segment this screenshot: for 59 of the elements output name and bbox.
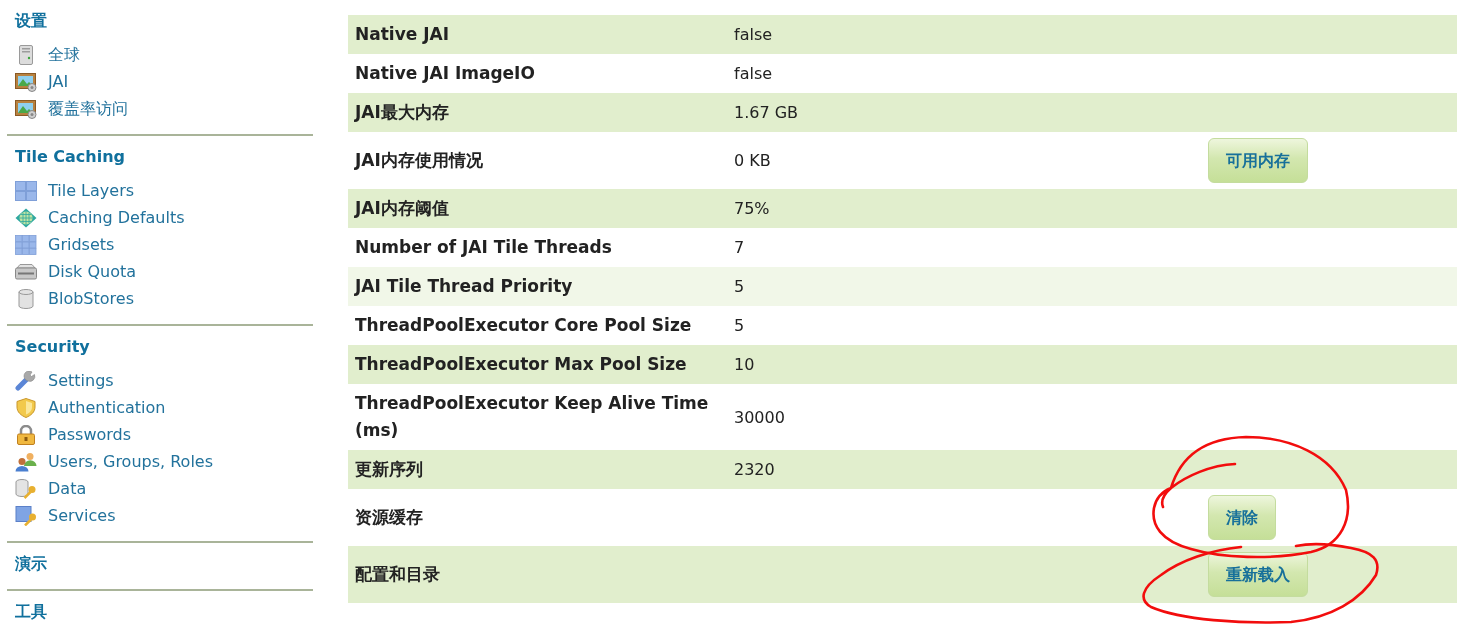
cylinder-icon: [15, 288, 37, 309]
row-value: false: [733, 63, 774, 85]
sidebar-link[interactable]: Gridsets: [15, 234, 115, 255]
sidebar-link[interactable]: Users, Groups, Roles: [15, 451, 213, 472]
disk-drive-icon: [15, 261, 37, 282]
row-value: 5: [733, 276, 746, 298]
users-icon: [15, 451, 37, 472]
section-heading: 工具: [15, 601, 47, 623]
row-label: JAI Tile Thread Priority: [353, 275, 574, 298]
sidebar-link[interactable]: Disk Quota: [15, 261, 137, 282]
picture-gear-icon: [15, 98, 37, 119]
row-value: 75%: [733, 198, 771, 220]
database-key-icon: [15, 478, 37, 499]
sidebar-link[interactable]: Data: [15, 478, 87, 499]
sidebar-link[interactable]: Tile Layers: [15, 180, 135, 201]
sidebar-link[interactable]: Settings: [15, 370, 114, 391]
section-heading: Tile Caching: [15, 146, 126, 168]
section-heading: 设置: [15, 10, 47, 32]
row-label: Native JAI: [354, 23, 450, 46]
picture-gear-icon: [15, 71, 37, 92]
wrench-icon: [15, 370, 37, 391]
row-value: 5: [733, 315, 746, 337]
row-value: false: [733, 24, 774, 46]
row-label: 更新序列: [354, 458, 424, 481]
section-heading: 演示: [15, 553, 47, 575]
padlock-icon: [15, 424, 37, 445]
sidebar-link[interactable]: JAI: [15, 71, 69, 92]
action-button[interactable]: 可用内存: [1208, 138, 1308, 183]
globe-icon: [15, 207, 37, 228]
tiles-icon: [15, 180, 37, 201]
row-value: 1.67 GB: [733, 102, 800, 124]
row-label: Native JAI ImageIO: [354, 62, 536, 85]
row-label: 配置和目录: [354, 563, 441, 586]
row-label: JAI内存使用情况: [353, 149, 484, 172]
sidebar-link[interactable]: 覆盖率访问: [15, 98, 128, 119]
row-label: ThreadPoolExecutor Keep Alive Time (ms): [354, 392, 710, 442]
row-value: 2320: [733, 459, 776, 481]
row-value: 7: [733, 237, 746, 259]
action-button[interactable]: 清除: [1208, 495, 1276, 540]
sidebar-link[interactable]: 全球: [15, 44, 80, 65]
row-label: 资源缓存: [354, 506, 424, 529]
row-value: 0 KB: [733, 150, 772, 172]
row-value: 30000: [733, 406, 786, 429]
row-label: Number of JAI Tile Threads: [354, 236, 613, 259]
grid-icon: [15, 234, 37, 255]
square-key-icon: [15, 505, 37, 526]
row-label: ThreadPoolExecutor Core Pool Size: [354, 314, 693, 337]
sidebar-link[interactable]: Caching Defaults: [15, 207, 185, 228]
row-label: JAI最大内存: [353, 101, 450, 124]
sidebar-link[interactable]: BlobStores: [15, 288, 134, 309]
row-label: ThreadPoolExecutor Max Pool Size: [354, 353, 688, 376]
row-label: JAI内存阈值: [353, 197, 450, 220]
shield-icon: [15, 397, 37, 418]
sidebar-link[interactable]: Authentication: [15, 397, 166, 418]
sidebar-link[interactable]: Services: [15, 505, 116, 526]
section-heading: Security: [15, 336, 90, 358]
action-button[interactable]: 重新载入: [1208, 552, 1308, 597]
row-value: 10: [733, 354, 756, 376]
sidebar-link[interactable]: Passwords: [15, 424, 132, 445]
